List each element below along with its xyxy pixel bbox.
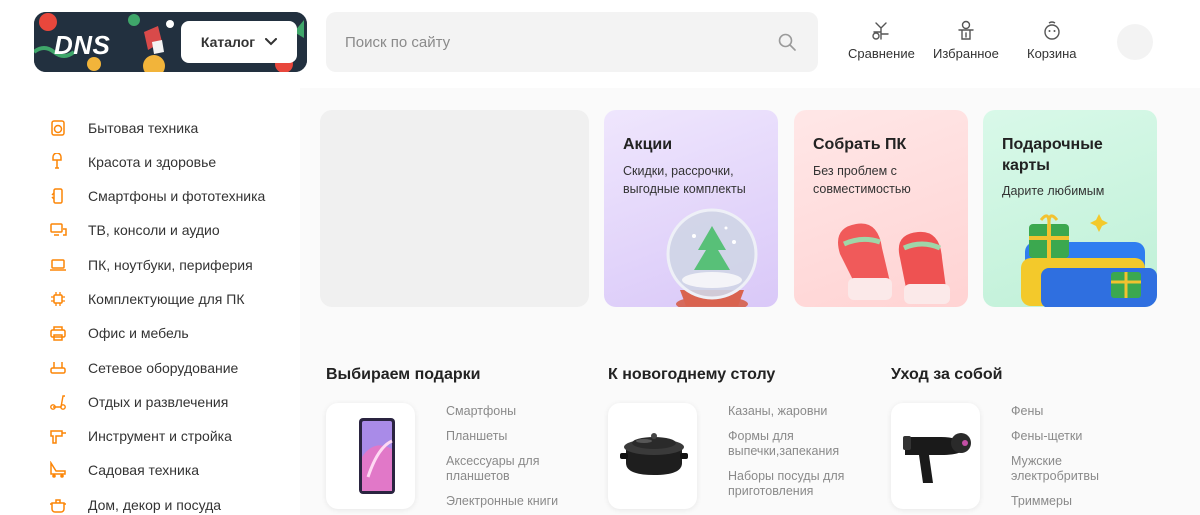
section-image-self-care[interactable] [891, 403, 980, 509]
category-link[interactable]: Формы для выпечки,запекания [728, 429, 848, 459]
sidebar-item-smartphones[interactable]: Смартфоны и фототехника [49, 184, 265, 208]
section-links-self-care: Фены Фены-щетки Мужские электробритвы Тр… [1011, 403, 1141, 509]
search-input[interactable] [345, 12, 765, 72]
tv-icon [49, 221, 67, 239]
catalog-label: Каталог [200, 34, 256, 50]
router-icon [49, 359, 67, 377]
section-title-gifts[interactable]: Выбираем подарки [326, 366, 480, 384]
promo-card-subtitle: Дарите любимым [1002, 184, 1105, 198]
category-link[interactable]: Фены-щетки [1011, 429, 1141, 444]
sidebar-item-beauty[interactable]: Красота и здоровье [49, 150, 216, 174]
sidebar-item-label: ТВ, консоли и аудио [88, 222, 220, 238]
section-image-new-year-table[interactable] [608, 403, 697, 509]
sidebar-item-network[interactable]: Сетевое оборудование [49, 356, 238, 380]
mittens-image [838, 223, 950, 304]
favorites-link[interactable]: Избранное [933, 20, 999, 61]
category-link[interactable]: Планшеты [446, 429, 576, 444]
promo-card-title: Акции [623, 136, 673, 153]
cart-icon [1044, 21, 1060, 40]
hero-banner-placeholder[interactable] [320, 110, 589, 307]
sidebar-item-components[interactable]: Комплектующие для ПК [49, 287, 245, 311]
hairdryer-image [903, 433, 971, 483]
sidebar-item-label: ПК, ноутбуки, периферия [88, 257, 253, 273]
category-link[interactable]: Мужские электробритвы [1011, 454, 1121, 484]
section-title-self-care[interactable]: Уход за собой [891, 366, 1002, 384]
chip-icon [49, 290, 67, 308]
drill-icon [49, 427, 67, 445]
sidebar-item-office[interactable]: Офис и мебель [49, 321, 189, 345]
promo-card-title: Подарочные карты [1002, 136, 1103, 174]
sidebar-item-label: Дом, декор и посуда [88, 497, 222, 513]
sidebar-item-label: Красота и здоровье [88, 154, 217, 170]
laptop-icon [49, 256, 67, 274]
cart-link[interactable]: Корзина [1027, 20, 1077, 61]
mower-icon [49, 461, 67, 479]
compare-label: Сравнение [848, 46, 915, 61]
section-title-new-year-table[interactable]: К новогоднему столу [608, 366, 775, 384]
sidebar-item-tv[interactable]: ТВ, консоли и аудио [49, 218, 220, 242]
compare-icon [872, 22, 890, 40]
site-header: DNS Каталог Сравнение Избранное [0, 0, 1200, 88]
promo-card-subtitle: Скидки, рассрочки, выгодные комплекты [623, 164, 746, 196]
category-link[interactable]: Смартфоны [446, 404, 576, 419]
printer-icon [49, 324, 67, 342]
category-link[interactable]: Фены [1011, 404, 1141, 419]
catalog-button[interactable]: Каталог [181, 21, 297, 63]
avatar[interactable] [1117, 24, 1153, 60]
category-link[interactable]: Наборы посуды для приготовления [728, 469, 853, 499]
section-links-gifts: Смартфоны Планшеты Аксессуары для планше… [446, 403, 576, 509]
sidebar-item-garden[interactable]: Садовая техника [49, 458, 199, 482]
favorites-icon [958, 20, 974, 40]
sidebar-item-label: Бытовая техника [88, 120, 199, 136]
sidebar-item-pc[interactable]: ПК, ноутбуки, периферия [49, 253, 253, 277]
sidebar-item-label: Смартфоны и фототехника [88, 188, 266, 204]
sidebar-item-label: Садовая техника [88, 462, 200, 478]
pot-icon [49, 496, 67, 514]
promo-card-title: Собрать ПК [813, 136, 907, 153]
compare-link[interactable]: Сравнение [848, 20, 915, 61]
category-link[interactable]: Аксессуары для планшетов [446, 454, 556, 484]
search-icon[interactable] [778, 33, 796, 51]
sidebar-item-label: Сетевое оборудование [88, 360, 239, 376]
sidebar-item-label: Комплектующие для ПК [88, 291, 245, 307]
snow-globe-image [666, 208, 758, 307]
sidebar-item-tools[interactable]: Инструмент и стройка [49, 424, 232, 448]
beauty-icon [49, 153, 67, 171]
promo-card-subtitle: Без проблем с совместимостью [813, 164, 911, 196]
promo-card-sales[interactable]: Акции Скидки, рассрочки, выгодные компле… [604, 110, 778, 307]
cart-label: Корзина [1027, 46, 1077, 61]
smartphone-image [359, 418, 395, 494]
favorites-label: Избранное [933, 46, 999, 61]
section-links-new-year-table: Казаны, жаровни Формы для выпечки,запека… [728, 403, 858, 499]
section-image-gifts[interactable] [326, 403, 415, 509]
logo-banner[interactable]: DNS Каталог [34, 12, 307, 72]
appliances-icon [49, 119, 67, 137]
dns-logo: DNS [54, 30, 111, 60]
promo-card-gift-cards[interactable]: Подарочные карты Дарите любимым [983, 110, 1157, 307]
gift-card-image [1021, 214, 1157, 307]
search-bar [326, 12, 818, 72]
chevron-down-icon [265, 38, 278, 46]
category-link[interactable]: Казаны, жаровни [728, 404, 858, 419]
promo-card-build-pc[interactable]: Собрать ПК Без проблем с совместимостью [794, 110, 968, 307]
smartphone-icon [49, 187, 67, 205]
sidebar-item-label: Инструмент и стройка [88, 428, 232, 444]
sidebar-item-label: Отдых и развлечения [88, 394, 229, 410]
category-link[interactable]: Электронные книги [446, 494, 576, 509]
sidebar-item-home[interactable]: Дом, декор и посуда [49, 493, 221, 515]
pot-image [620, 433, 688, 475]
scooter-icon [49, 393, 67, 411]
sidebar-item-label: Офис и мебель [88, 325, 189, 341]
sidebar-item-appliances[interactable]: Бытовая техника [49, 116, 198, 140]
sidebar-item-leisure[interactable]: Отдых и развлечения [49, 390, 228, 414]
category-link[interactable]: Триммеры [1011, 494, 1141, 509]
